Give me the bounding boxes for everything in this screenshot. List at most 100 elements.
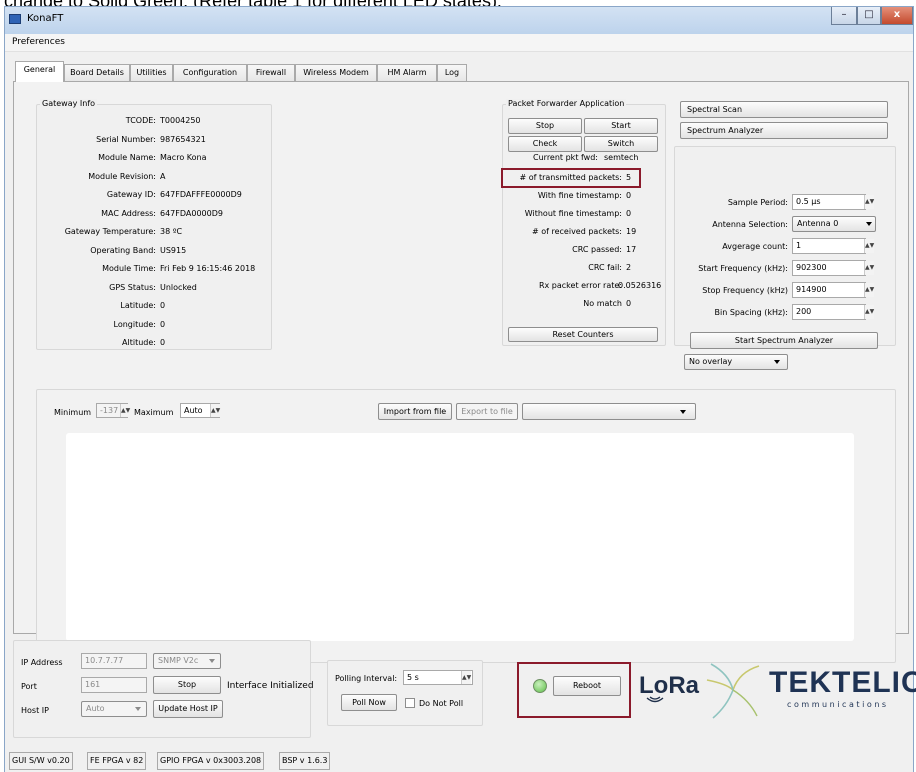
- status-gpio-fpga: GPIO FPGA v 0x3003.208: [157, 752, 265, 770]
- pf-stop-button[interactable]: Stop: [508, 118, 582, 134]
- port-input[interactable]: 161: [81, 677, 147, 693]
- general-tab-panel: Gateway Info TCODE: T0004250 Serial Number…: [13, 81, 909, 663]
- gateway-info-label: Module Name:: [98, 153, 156, 162]
- pf-stat-value: 0: [626, 191, 632, 200]
- tab-firewall[interactable]: Firewall: [247, 64, 295, 81]
- pf-stat-label: Rx packet error rate:: [538, 281, 622, 290]
- menu-preferences[interactable]: Preferences: [12, 37, 65, 47]
- port-label: Port: [21, 682, 37, 691]
- tab-hm-alarm[interactable]: HM Alarm: [377, 64, 437, 81]
- status-led-icon: [533, 679, 547, 693]
- menu-bar: Preferences: [5, 34, 913, 52]
- chevron-down-icon: [135, 707, 141, 711]
- pf-stat-label: With fine timestamp:: [537, 191, 622, 200]
- minimum-spinner[interactable]: ▲▼: [120, 404, 130, 417]
- gateway-info-value: T0004250: [160, 116, 201, 125]
- spectral-scan-button[interactable]: Spectral Scan: [680, 101, 888, 118]
- bin-spacing-spinner[interactable]: ▲▼: [864, 305, 874, 319]
- gateway-info-label: Latitude:: [120, 301, 156, 310]
- reset-counters-button[interactable]: Reset Counters: [508, 327, 658, 342]
- gateway-info-label: Gateway ID:: [106, 190, 156, 199]
- tektelic-tagline: c o m m u n i c a t i o n s: [787, 700, 887, 709]
- pf-current-label: Current pkt fwd:: [533, 153, 598, 162]
- gateway-info-label: Module Time:: [102, 264, 156, 273]
- gateway-info-label: Operating Band:: [90, 245, 156, 255]
- minimize-button[interactable]: –: [831, 7, 857, 25]
- start-spectrum-analyzer-button[interactable]: Start Spectrum Analyzer: [690, 332, 878, 349]
- start-frequency-label: Start Frequency (kHz):: [698, 264, 788, 273]
- stop-frequency-label: Stop Frequency (kHz): [702, 286, 788, 295]
- gateway-info-value: 647FDA0000D9: [160, 208, 223, 218]
- pf-switch-button[interactable]: Switch: [584, 136, 658, 152]
- do-not-poll-checkbox[interactable]: [405, 698, 415, 708]
- average-count-input[interactable]: 1: [792, 238, 866, 254]
- polling-interval-spinner[interactable]: ▲▼: [461, 671, 471, 684]
- average-count-spinner[interactable]: ▲▼: [864, 239, 874, 253]
- gateway-info-value: 0: [160, 301, 166, 310]
- pf-stat-label: CRC fail:: [588, 263, 622, 272]
- packet-forwarder-title: Packet Forwarder Application: [506, 99, 627, 108]
- chevron-down-icon: [866, 222, 872, 226]
- update-host-ip-button[interactable]: Update Host IP: [153, 700, 223, 718]
- poll-now-button[interactable]: Poll Now: [341, 694, 397, 711]
- status-gui-version: GUI S/W v0.20: [9, 752, 73, 770]
- transmitted-highlight-box: [501, 168, 641, 188]
- host-ip-label: Host IP: [21, 706, 49, 715]
- start-frequency-spinner[interactable]: ▲▼: [864, 261, 874, 275]
- pf-stat-label: CRC passed:: [572, 245, 622, 254]
- gateway-info-label: MAC Address:: [101, 208, 156, 218]
- gateway-info-title: Gateway Info: [40, 99, 98, 108]
- pf-stat-label: Without fine timestamp:: [524, 209, 622, 218]
- plot-selection-dropdown[interactable]: [522, 403, 696, 420]
- import-from-file-button[interactable]: Import from file: [378, 403, 452, 420]
- tab-configuration[interactable]: Configuration: [173, 64, 247, 81]
- pf-stat-value: 0: [626, 209, 632, 218]
- ip-address-input[interactable]: 10.7.7.77: [81, 653, 147, 669]
- tab-wireless-modem[interactable]: Wireless Modem: [295, 64, 377, 81]
- start-frequency-input[interactable]: 902300: [792, 260, 866, 276]
- gateway-info-value: Macro Kona: [160, 153, 207, 162]
- interface-stop-button[interactable]: Stop: [153, 676, 221, 694]
- tab-board-details[interactable]: Board Details: [64, 64, 130, 81]
- ip-address-label: IP Address: [21, 658, 63, 667]
- maximum-spinner[interactable]: ▲▼: [210, 404, 220, 417]
- app-window: Preferences General Board Details Utilit…: [4, 34, 916, 772]
- export-to-file-button[interactable]: Export to file: [456, 403, 518, 420]
- pf-stat-value: 2: [626, 263, 632, 272]
- maximize-button[interactable]: □: [857, 7, 881, 25]
- pf-start-button[interactable]: Start: [584, 118, 658, 134]
- sample-period-label: Sample Period:: [727, 198, 788, 207]
- tektelic-swirl-icon: [706, 663, 760, 719]
- gateway-info-label: Gateway Temperature:: [64, 227, 156, 236]
- gateway-info-label: Serial Number:: [96, 134, 156, 144]
- chevron-down-icon: [774, 360, 780, 364]
- reboot-button[interactable]: Reboot: [553, 676, 621, 696]
- spectrum-analyzer-button[interactable]: Spectrum Analyzer: [680, 122, 888, 139]
- stop-frequency-input[interactable]: 914900: [792, 282, 866, 298]
- pf-check-button[interactable]: Check: [508, 136, 582, 152]
- do-not-poll-label: Do Not Poll: [419, 699, 464, 708]
- lora-logo: LoRa: [639, 670, 699, 706]
- antenna-selection-dropdown[interactable]: Antenna 0: [792, 216, 876, 232]
- chevron-down-icon: [209, 659, 215, 663]
- pf-stat-value: 0.0526316: [618, 281, 662, 290]
- close-button[interactable]: x: [881, 7, 913, 25]
- polling-interval-label: Polling Interval:: [335, 674, 398, 683]
- sample-period-input[interactable]: 0.5 µs: [792, 194, 866, 210]
- stop-frequency-spinner[interactable]: ▲▼: [864, 283, 874, 297]
- interface-status: Interface Initialized: [227, 681, 314, 691]
- gateway-info-label: Module Revision:: [88, 171, 156, 181]
- tab-utilities[interactable]: Utilities: [130, 64, 173, 81]
- pf-stat-label: No match: [583, 299, 622, 308]
- pf-current-value: semtech: [604, 153, 639, 162]
- spectrum-plot-canvas[interactable]: [66, 433, 854, 641]
- pf-stat-value: 17: [626, 245, 637, 254]
- gateway-info-value: 38 ºC: [160, 227, 183, 236]
- sample-period-spinner[interactable]: ▲▼: [864, 195, 874, 209]
- tab-log[interactable]: Log: [437, 64, 467, 81]
- gateway-info-value: 0: [160, 338, 166, 347]
- tab-general[interactable]: General: [15, 61, 64, 82]
- maximum-label: Maximum: [134, 408, 174, 417]
- overlay-dropdown[interactable]: No overlay: [684, 354, 788, 370]
- bin-spacing-input[interactable]: 200: [792, 304, 866, 320]
